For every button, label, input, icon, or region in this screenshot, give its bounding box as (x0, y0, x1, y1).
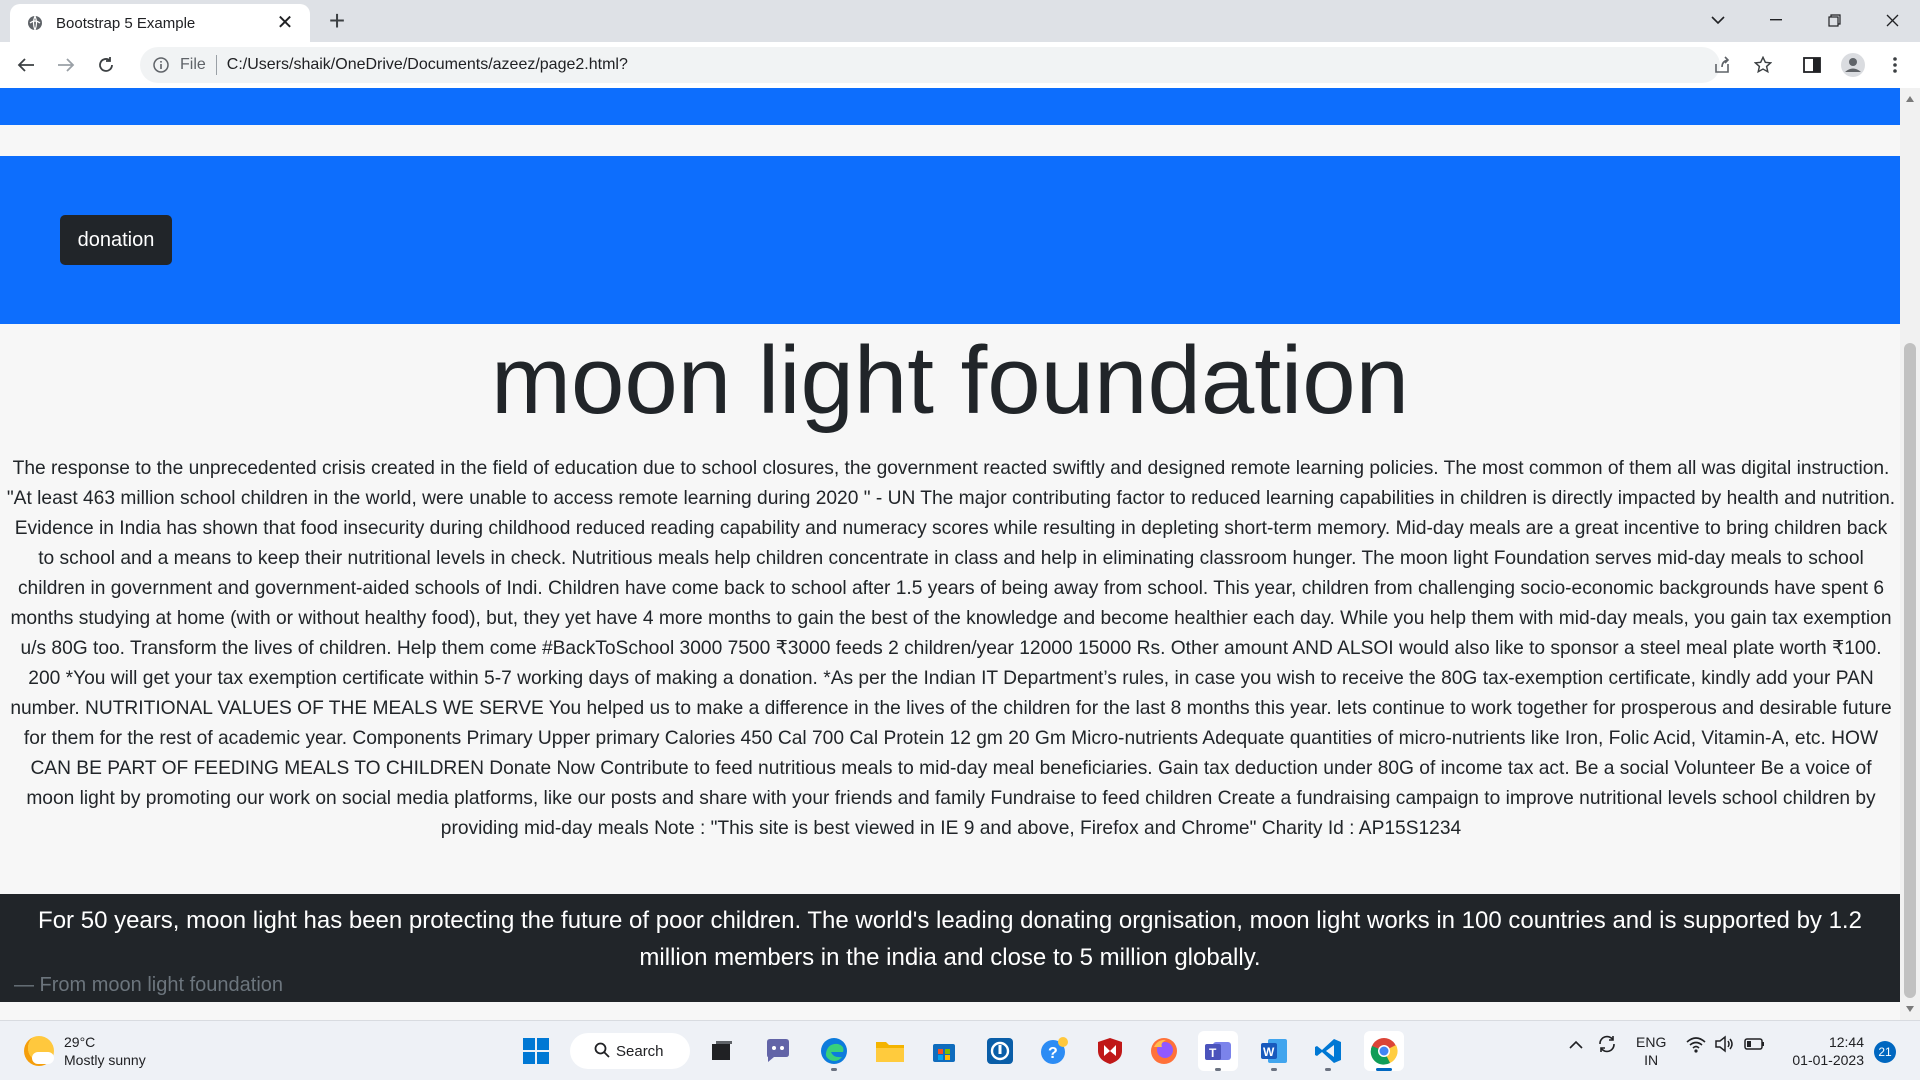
browser-tab[interactable]: Bootstrap 5 Example ✕ (10, 4, 310, 42)
blockquote: For 50 years, moon light has been protec… (0, 894, 1900, 1002)
page-title: moon light foundation (491, 327, 1409, 434)
region-code: IN (1644, 1052, 1659, 1068)
volume-icon[interactable] (1714, 1033, 1734, 1058)
wifi-icon[interactable] (1686, 1033, 1706, 1058)
battery-icon[interactable] (1744, 1033, 1766, 1058)
sync-icon[interactable] (1596, 1033, 1618, 1058)
svg-text:W: W (1263, 1045, 1275, 1059)
mcafee-shield-icon[interactable] (1090, 1031, 1130, 1071)
bookmark-star-icon[interactable] (1748, 50, 1778, 80)
address-bar[interactable]: File C:/Users/shaik/OneDrive/Documents/a… (140, 47, 1720, 83)
remote-app-icon[interactable] (980, 1031, 1020, 1071)
profile-avatar-icon[interactable] (1838, 50, 1868, 80)
restore-button[interactable] (1806, 0, 1862, 40)
search-icon (594, 1042, 610, 1062)
chrome-icon[interactable] (1364, 1031, 1404, 1071)
taskbar-search[interactable]: Search (570, 1033, 690, 1069)
weather-condition: Mostly sunny (64, 1052, 146, 1068)
new-tab-button[interactable]: + (322, 5, 352, 36)
donation-button[interactable]: donation (60, 215, 172, 265)
svg-text:?: ? (1048, 1045, 1058, 1062)
weather-widget[interactable]: 29°C Mostly sunny (24, 1033, 146, 1069)
edge-browser-icon[interactable] (814, 1031, 854, 1071)
chat-app-icon[interactable] (758, 1031, 798, 1071)
navbar-strip (0, 88, 1900, 125)
notification-badge[interactable]: 21 (1874, 1041, 1896, 1063)
microsoft-store-icon[interactable] (924, 1031, 964, 1071)
show-hidden-icons-chevron-icon[interactable] (1568, 1033, 1584, 1058)
system-clock[interactable]: 12:44 01-01-2023 (1784, 1033, 1864, 1069)
body-paragraph: The response to the unprecedented crisis… (6, 458, 1896, 839)
forward-arrow-icon[interactable] (50, 49, 82, 81)
back-arrow-icon[interactable] (10, 49, 42, 81)
vscode-icon[interactable] (1308, 1031, 1348, 1071)
temperature: 29°C (64, 1034, 96, 1050)
file-explorer-icon[interactable] (870, 1031, 910, 1071)
scroll-down-arrow-icon[interactable] (1906, 1006, 1914, 1012)
search-label: Search (616, 1042, 664, 1060)
page-viewport: donation moon light foundation The respo… (0, 88, 1900, 1020)
clock-time: 12:44 (1828, 1034, 1864, 1050)
weather-sun-icon (24, 1036, 54, 1066)
language-code: ENG (1636, 1034, 1667, 1050)
svg-text:T: T (1209, 1046, 1217, 1060)
scroll-up-arrow-icon[interactable] (1906, 96, 1914, 102)
clock-date: 01-01-2023 (1792, 1052, 1864, 1068)
language-indicator[interactable]: ENG IN (1636, 1033, 1666, 1069)
taskbar: 29°C Mostly sunny Search ? T W ENG IN 12… (0, 1020, 1920, 1080)
tab-title: Bootstrap 5 Example (56, 14, 196, 32)
quote-text: For 50 years, moon light has been protec… (38, 907, 1862, 971)
start-windows-icon[interactable] (516, 1031, 556, 1071)
quote-footer: — From moon light foundation (14, 974, 284, 996)
minimize-button[interactable] (1748, 0, 1804, 40)
close-window-button[interactable] (1864, 0, 1920, 40)
reload-icon[interactable] (90, 49, 122, 81)
close-tab-icon[interactable]: ✕ (274, 12, 296, 34)
kebab-menu-icon[interactable] (1880, 50, 1910, 80)
task-view-icon[interactable] (702, 1031, 742, 1071)
browser-toolbar: File C:/Users/shaik/OneDrive/Documents/a… (0, 42, 1920, 88)
tab-search-chevron-icon[interactable] (1690, 0, 1746, 40)
info-icon[interactable] (150, 54, 172, 76)
omnibox-divider (215, 55, 217, 75)
page-scrollbar[interactable] (1900, 88, 1920, 1020)
globe-icon (26, 14, 44, 32)
url-text[interactable]: C:/Users/shaik/OneDrive/Documents/azeez/… (227, 56, 628, 74)
help-app-icon[interactable]: ? (1034, 1031, 1074, 1071)
teams-icon[interactable]: T (1198, 1031, 1238, 1071)
scheme-label: File (180, 56, 206, 73)
tab-strip: Bootstrap 5 Example ✕ + (0, 0, 1920, 42)
side-panel-icon[interactable] (1797, 50, 1827, 80)
hero-banner (0, 156, 1900, 324)
firefox-icon[interactable] (1144, 1031, 1184, 1071)
share-icon[interactable] (1707, 50, 1737, 80)
word-icon[interactable]: W (1254, 1031, 1294, 1071)
scrollbar-thumb[interactable] (1904, 343, 1916, 998)
